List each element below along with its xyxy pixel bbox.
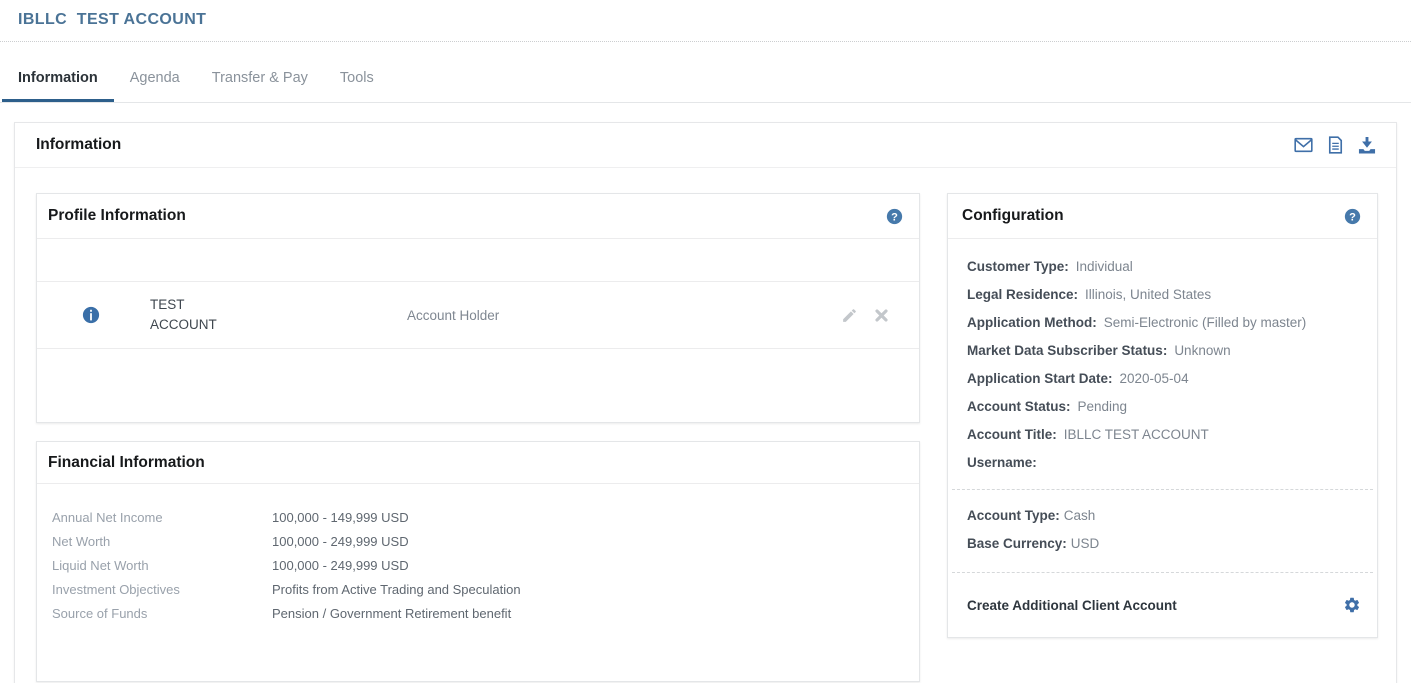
help-icon[interactable]: ? — [1344, 208, 1361, 225]
information-panel: Information — [14, 122, 1397, 683]
config-row: Application Method:Semi-Electronic (Fill… — [967, 309, 1358, 337]
section-header-icons — [1294, 136, 1376, 154]
row-actions — [841, 307, 889, 324]
account-type-block: Account Type:Cash Base Currency:USD — [948, 490, 1377, 572]
tab-agenda[interactable]: Agenda — [114, 54, 196, 102]
configuration-card: Configuration ? Customer Type:Individual… — [947, 193, 1378, 638]
account-title: IBLLC TEST ACCOUNT — [18, 11, 1411, 29]
mail-icon[interactable] — [1294, 137, 1313, 153]
svg-text:?: ? — [1349, 211, 1356, 223]
delete-x-icon[interactable] — [874, 308, 889, 323]
configuration-card-header: Configuration ? — [948, 194, 1377, 239]
financial-row: Investment Objectives Profits from Activ… — [52, 578, 904, 602]
create-additional-client-account-label: Create Additional Client Account — [967, 598, 1177, 613]
info-icon[interactable] — [82, 306, 100, 324]
financial-card-body: Annual Net Income 100,000 - 149,999 USD … — [37, 484, 919, 681]
section-title: Information — [36, 136, 121, 154]
financial-information-card: Financial Information Annual Net Income … — [36, 441, 920, 682]
config-row: Customer Type:Individual — [967, 253, 1358, 281]
create-additional-client-account-row[interactable]: Create Additional Client Account — [948, 573, 1377, 637]
profile-card-body: TEST ACCOUNT Account Holder — [37, 239, 919, 422]
edit-pencil-icon[interactable] — [841, 307, 858, 324]
config-row: Username: — [967, 449, 1358, 477]
configuration-details: Customer Type:Individual Legal Residence… — [948, 239, 1377, 489]
config-row: Account Title:IBLLC TEST ACCOUNT — [967, 421, 1358, 449]
tab-tools[interactable]: Tools — [324, 54, 390, 102]
config-row: Base Currency:USD — [967, 530, 1358, 558]
profile-spacer — [37, 239, 919, 281]
config-row: Market Data Subscriber Status:Unknown — [967, 337, 1358, 365]
account-holder-role: Account Holder — [407, 308, 841, 323]
tab-information[interactable]: Information — [2, 54, 114, 102]
config-row: Account Type:Cash — [967, 502, 1358, 530]
document-icon[interactable] — [1328, 136, 1343, 154]
account-holder-row: TEST ACCOUNT Account Holder — [37, 281, 919, 349]
information-panel-header: Information — [15, 123, 1396, 168]
gear-icon[interactable] — [1343, 596, 1361, 614]
financial-row: Net Worth 100,000 - 249,999 USD — [52, 530, 904, 554]
right-column: Configuration ? Customer Type:Individual… — [947, 193, 1378, 638]
financial-card-header: Financial Information — [37, 442, 919, 484]
page-title-bar: IBLLC TEST ACCOUNT — [0, 0, 1411, 42]
financial-card-title: Financial Information — [48, 454, 205, 472]
config-row: Legal Residence:Illinois, United States — [967, 281, 1358, 309]
account-holder-name: TEST ACCOUNT — [150, 295, 407, 335]
download-icon[interactable] — [1358, 137, 1376, 154]
config-row: Account Status:Pending — [967, 393, 1358, 421]
svg-text:?: ? — [891, 211, 898, 223]
configuration-card-title: Configuration — [962, 207, 1064, 225]
tab-bar: Information Agenda Transfer & Pay Tools — [0, 54, 1411, 103]
help-icon[interactable]: ? — [886, 208, 903, 225]
profile-card-header: Profile Information ? — [37, 194, 919, 239]
information-content: Profile Information ? — [15, 168, 1396, 683]
financial-row: Liquid Net Worth 100,000 - 249,999 USD — [52, 554, 904, 578]
profile-spacer — [37, 349, 919, 422]
profile-information-card: Profile Information ? — [36, 193, 920, 423]
financial-row: Annual Net Income 100,000 - 149,999 USD — [52, 506, 904, 530]
tab-transfer-pay[interactable]: Transfer & Pay — [196, 54, 324, 102]
profile-card-title: Profile Information — [48, 207, 186, 225]
left-column: Profile Information ? — [36, 193, 920, 682]
config-row: Application Start Date:2020-05-04 — [967, 365, 1358, 393]
financial-row: Source of Funds Pension / Government Ret… — [52, 602, 904, 626]
